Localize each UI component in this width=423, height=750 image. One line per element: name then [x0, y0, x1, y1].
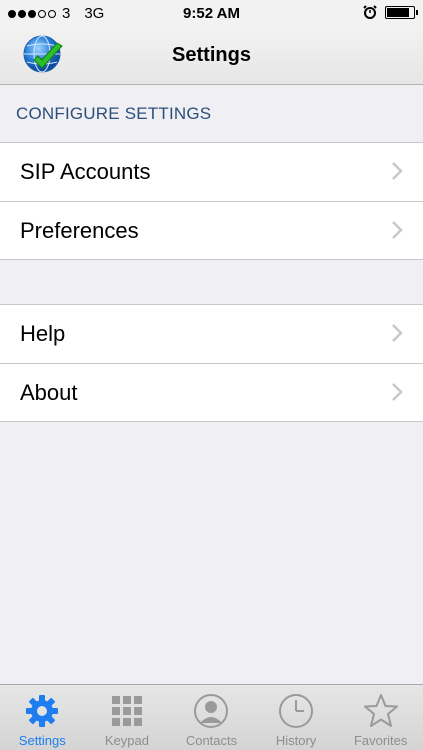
sip-accounts-row[interactable]: SIP Accounts — [0, 143, 423, 201]
tab-contacts[interactable]: Contacts — [169, 685, 254, 750]
gear-icon — [26, 695, 59, 727]
row-label: Preferences — [20, 217, 139, 243]
tab-label: Keypad — [104, 733, 149, 748]
star-icon — [363, 694, 398, 727]
settings-group-configure: SIP Accounts Preferences — [0, 142, 423, 260]
tab-history[interactable]: History — [254, 685, 339, 750]
chevron-right-icon — [392, 221, 403, 239]
row-label: Help — [20, 321, 66, 346]
section-header: CONFIGURE SETTINGS — [16, 104, 212, 123]
tab-favorites[interactable]: Favorites — [338, 685, 423, 750]
row-label: About — [20, 379, 78, 405]
help-row[interactable]: Help — [0, 305, 423, 363]
keypad-icon — [111, 696, 142, 726]
contact-icon — [194, 694, 229, 728]
settings-group-info: Help About — [0, 304, 423, 422]
status-time: 9:52 AM — [183, 5, 240, 22]
navigation-bar: Settings — [0, 28, 423, 85]
tab-label: Contacts — [185, 733, 238, 748]
alarm-icon — [363, 5, 377, 19]
chevron-right-icon — [392, 383, 403, 401]
status-right — [363, 5, 418, 19]
clock-icon — [279, 694, 314, 728]
row-label: SIP Accounts — [20, 159, 151, 184]
chevron-right-icon — [392, 324, 403, 342]
tab-label: Settings — [18, 733, 66, 748]
chevron-right-icon — [392, 162, 403, 180]
tab-bar: Settings Keypad Contacts History Favorit… — [0, 684, 423, 750]
tab-label: Favorites — [353, 733, 408, 748]
about-row[interactable]: About — [0, 363, 423, 421]
tab-keypad[interactable]: Keypad — [85, 685, 170, 750]
tab-label: History — [275, 733, 317, 748]
status-bar: 3 3G 9:52 AM — [0, 0, 423, 28]
battery-icon — [385, 5, 418, 19]
tab-settings[interactable]: Settings — [0, 685, 85, 750]
page-title: Settings — [172, 44, 251, 66]
preferences-row[interactable]: Preferences — [0, 201, 423, 259]
